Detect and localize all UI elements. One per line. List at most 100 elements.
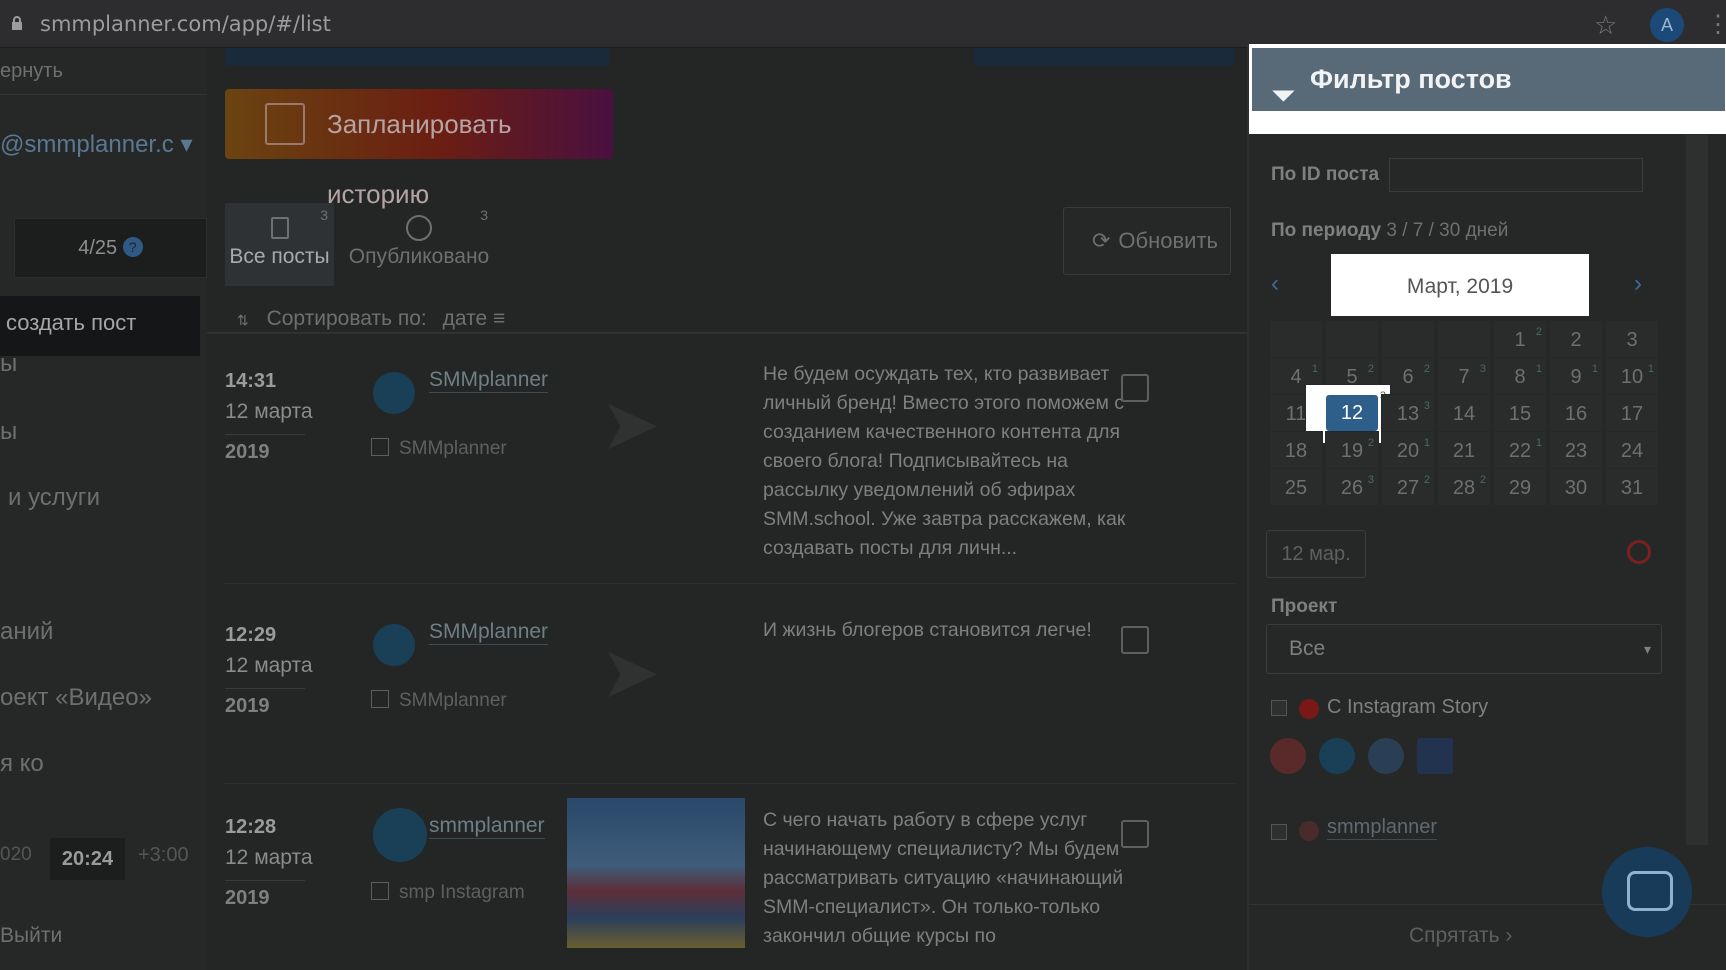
instagram-icon[interactable] <box>1270 738 1306 774</box>
address-bar[interactable]: smmplanner.com/app/#/list <box>40 12 331 36</box>
calendar-day[interactable]: 14 <box>1437 394 1491 432</box>
filter-scrollbar[interactable] <box>1686 135 1708 845</box>
refresh-button[interactable]: ⟳ Обновить <box>1063 207 1231 275</box>
refresh-icon: ⟳ <box>1091 228 1111 253</box>
time-display[interactable]: 20:24 <box>50 838 125 880</box>
sidebar-item-tasks[interactable]: аний <box>0 618 53 646</box>
day-post-count: 2 <box>1535 326 1542 338</box>
project-label: Проект <box>1271 596 1338 617</box>
calendar-day[interactable]: 18 <box>1269 431 1323 469</box>
sort-control[interactable]: ⇅ Сортировать по: дате ≡ <box>237 307 505 331</box>
sort-arrows-icon: ⇅ <box>237 312 249 328</box>
calendar-day[interactable]: 26 3 <box>1325 468 1379 506</box>
calendar-day[interactable]: 81 <box>1493 357 1547 395</box>
help-icon[interactable]: ? <box>122 237 143 257</box>
chat-widget-button[interactable] <box>1602 847 1692 937</box>
day-post-count: 3 <box>1367 474 1374 486</box>
profile-avatar[interactable]: A <box>1650 8 1684 42</box>
telegram-watermark-icon: ➤ <box>600 385 661 465</box>
post-text: Не будем осуждать тех, кто развивает лич… <box>763 363 1126 559</box>
filter-title: Фильтр постов <box>1310 64 1512 94</box>
post-row: 12:28 12 марта 2019 smmplanner smp Insta… <box>225 784 1235 970</box>
tab-all-posts[interactable]: 3 Все посты <box>225 203 334 286</box>
calendar-day[interactable]: 27 2 <box>1381 468 1435 506</box>
sidebar-item-6[interactable]: я ко <box>0 750 44 778</box>
edit-icon[interactable] <box>1121 820 1149 848</box>
instagram-small-icon <box>1299 821 1319 841</box>
calendar-day[interactable]: 91 <box>1549 357 1603 395</box>
post-id-input[interactable] <box>1389 158 1643 192</box>
sidebar-item-video-project[interactable]: оект «Видео» <box>0 684 152 712</box>
sort-value[interactable]: дате <box>443 307 488 330</box>
account-selector[interactable]: @smmplanner.c ▾ <box>0 130 192 159</box>
calendar-day[interactable]: 28 2 <box>1437 468 1491 506</box>
chevron-left-icon[interactable]: ‹ <box>1271 270 1279 298</box>
sidebar-item-2[interactable]: ы <box>0 418 17 446</box>
chevron-right-icon[interactable]: › <box>1634 270 1642 298</box>
account-link[interactable]: SMMplanner <box>429 368 549 393</box>
calendar-day[interactable]: 16 <box>1549 394 1603 432</box>
calendar-day[interactable]: 29 <box>1493 468 1547 506</box>
calendar-day[interactable]: 31 <box>1605 468 1659 506</box>
story-calendar-icon <box>265 103 305 145</box>
filter-funnel-icon: ⏷ <box>1272 80 1295 111</box>
telegram-icon[interactable] <box>1319 738 1355 774</box>
project-label: smp Instagram <box>371 882 525 904</box>
calendar-day[interactable]: 25 <box>1269 468 1323 506</box>
tab-count: 3 <box>320 207 328 223</box>
sidebar: ернуть @smmplanner.c ▾ 4/25 ? создать по… <box>0 48 207 970</box>
story-checkbox[interactable] <box>1271 700 1287 716</box>
sidebar-collapse-link[interactable]: ернуть <box>0 60 63 83</box>
project-select[interactable]: Все ▾ <box>1266 624 1662 674</box>
post-year: 2019 <box>225 434 305 464</box>
calendar-day[interactable]: 23 <box>1549 431 1603 469</box>
sort-lines-icon: ≡ <box>493 307 506 330</box>
story-checkbox-label: С Instagram Story <box>1327 696 1489 718</box>
post-date: 12 марта <box>225 654 313 677</box>
calendar-day[interactable]: 17 <box>1605 394 1659 432</box>
calendar-day[interactable]: 24 <box>1605 431 1659 469</box>
edit-icon[interactable] <box>1121 374 1149 402</box>
refresh-label: Обновить <box>1118 228 1218 253</box>
facebook-icon[interactable] <box>1417 738 1453 774</box>
calendar-day[interactable]: 22 1 <box>1493 431 1547 469</box>
day-post-count: 1 <box>1423 437 1430 449</box>
calendar-day[interactable]: 30 <box>1549 468 1603 506</box>
period-links[interactable]: 3 / 7 / 30 дней <box>1386 220 1508 241</box>
day-post-count: 2 <box>1423 363 1430 375</box>
post-date: 12 марта <box>225 400 313 423</box>
account-link[interactable]: smmplanner <box>429 814 545 839</box>
clear-date-icon[interactable] <box>1627 540 1651 564</box>
day-post-count: 2 <box>1423 474 1430 486</box>
filter-header-highlight: ⏷ Фильтр постов <box>1249 44 1726 134</box>
top-button-2[interactable] <box>974 48 1234 66</box>
hide-label: Спрятать <box>1409 924 1500 947</box>
hide-filter-button[interactable]: Спрятать › <box>1409 924 1512 948</box>
schedule-story-button[interactable]: Запланировать историю <box>225 89 613 209</box>
day-post-count: 3 <box>1479 363 1486 375</box>
create-post-button[interactable]: создать пост <box>0 296 200 356</box>
calendar-day[interactable]: 73 <box>1437 357 1491 395</box>
top-button-1[interactable] <box>225 48 609 66</box>
selected-date-field[interactable]: 12 мар. <box>1266 530 1366 578</box>
post-row: 12:29 12 марта 2019 SMMplanner SMMplanne… <box>225 584 1235 784</box>
vk-icon[interactable] <box>1368 738 1404 774</box>
period-label-text: По периоду <box>1271 220 1382 241</box>
account-checkbox[interactable] <box>1271 824 1287 840</box>
account-link[interactable]: SMMplanner <box>429 620 549 645</box>
tab-published[interactable]: 3 Опубликовано <box>344 203 494 286</box>
sidebar-item-services[interactable]: и услуги <box>8 484 100 512</box>
instagram-story-dot-icon <box>1299 699 1319 719</box>
sidebar-item-1[interactable]: ы <box>0 350 17 378</box>
tab-label: Опубликовано <box>348 245 490 268</box>
bookmark-star-icon[interactable]: ☆ <box>1594 10 1617 41</box>
account-item[interactable]: smmplanner <box>1327 816 1438 840</box>
lock-icon <box>12 16 22 30</box>
edit-icon[interactable] <box>1121 626 1149 654</box>
logout-link[interactable]: Выйти <box>0 924 62 948</box>
browser-toolbar: smmplanner.com/app/#/list ☆ A ⋮ <box>0 0 1726 48</box>
menu-kebab-icon[interactable]: ⋮ <box>1706 10 1726 39</box>
day-post-count: 2 <box>1479 474 1486 486</box>
calendar-day[interactable]: 10 1 <box>1605 357 1659 395</box>
day-post-count: 1 <box>1591 363 1598 375</box>
